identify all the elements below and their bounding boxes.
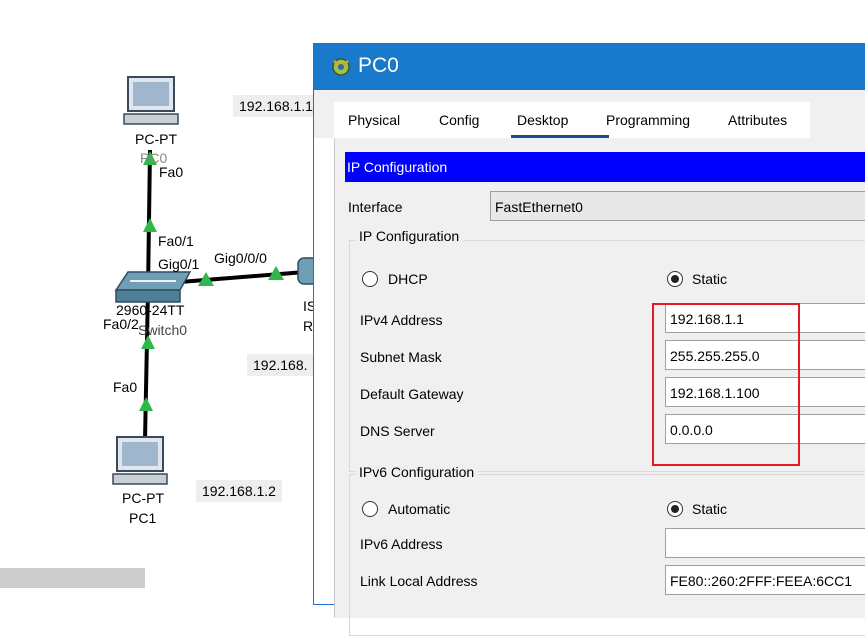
link-local-address-input[interactable]: FE80::260:2FFF:FEEA:6CC1: [665, 565, 865, 595]
static-ipv6-radio[interactable]: [667, 501, 683, 517]
ip-config-panel: IP Configuration Interface FastEthernet0…: [334, 138, 865, 636]
tab-physical[interactable]: Physical: [348, 112, 400, 128]
dns-server-label: DNS Server: [360, 423, 435, 439]
ipv4-address-input[interactable]: 192.168.1.1: [665, 303, 865, 333]
switch-port-down-label: Fa0/2: [103, 316, 139, 332]
link-light-icon: [143, 218, 157, 232]
cable-switch-router[interactable]: [179, 270, 306, 284]
link-light-icon: [139, 397, 153, 411]
interface-label: Interface: [348, 199, 403, 215]
tab-programming[interactable]: Programming: [606, 112, 690, 128]
static-ipv6-label: Static: [692, 501, 728, 517]
tab-attributes[interactable]: Attributes: [728, 112, 787, 128]
window-titlebar[interactable]: PC0: [314, 44, 865, 90]
subnet-mask-input[interactable]: 255.255.255.0: [665, 340, 865, 370]
window-title: PC0: [358, 54, 399, 77]
link-local-address-label: Link Local Address: [360, 573, 478, 589]
pc0-port-label: Fa0: [159, 164, 184, 180]
tab-desktop[interactable]: Desktop: [517, 112, 568, 128]
tab-config[interactable]: Config: [439, 112, 479, 128]
switch-port-up-label: Fa0/1: [158, 233, 194, 249]
pc0-icon[interactable]: [123, 76, 179, 125]
default-gateway-label: Default Gateway: [360, 386, 464, 402]
ipv6-address-input[interactable]: [665, 528, 865, 558]
dhcp-radio[interactable]: [362, 271, 378, 287]
subnet-mask-label: Subnet Mask: [360, 349, 442, 365]
pc0-ip-note: 192.168.1.1: [233, 95, 319, 117]
pc1-type-label: PC-PT: [122, 490, 164, 506]
static-label: Static: [692, 271, 728, 287]
default-gateway-input[interactable]: 192.168.1.100: [665, 377, 865, 407]
pc1-ip-note: 192.168.1.2: [196, 480, 282, 502]
pc0-config-window[interactable]: PC0 Physical Config Desktop Programming …: [313, 43, 865, 636]
dns-server-input[interactable]: 0.0.0.0: [665, 414, 865, 444]
pc1-port-label: Fa0: [113, 379, 138, 395]
router-ip-note: 192.168.: [247, 354, 314, 376]
interface-select[interactable]: FastEthernet0: [490, 191, 865, 221]
panel-title: IP Configuration: [345, 152, 865, 182]
switch-name-label: Switch0: [138, 322, 188, 338]
switch-icon[interactable]: [114, 271, 192, 303]
tab-bar: Physical Config Desktop Programming Attr…: [314, 90, 865, 138]
tab-strip: Physical Config Desktop Programming Attr…: [334, 102, 810, 138]
static-radio[interactable]: [667, 271, 683, 287]
ipv4-group-title: IP Configuration: [355, 228, 464, 244]
horizontal-scrollbar[interactable]: [0, 568, 145, 588]
automatic-radio[interactable]: [362, 501, 378, 517]
ipv6-group-title: IPv6 Configuration: [355, 464, 479, 480]
router-port-label: Gig0/0/0: [214, 250, 267, 266]
ipv6-address-label: IPv6 Address: [360, 536, 443, 552]
dhcp-label: DHCP: [388, 271, 428, 287]
ipv4-address-label: IPv4 Address: [360, 312, 443, 328]
pc1-name-label: PC1: [129, 510, 157, 526]
switch-uplink-label: Gig0/1: [158, 256, 200, 272]
pc0-type-label: PC-PT: [135, 131, 177, 147]
automatic-label: Automatic: [388, 501, 451, 517]
packet-tracer-icon: [330, 56, 352, 81]
pc1-icon[interactable]: [112, 436, 168, 485]
